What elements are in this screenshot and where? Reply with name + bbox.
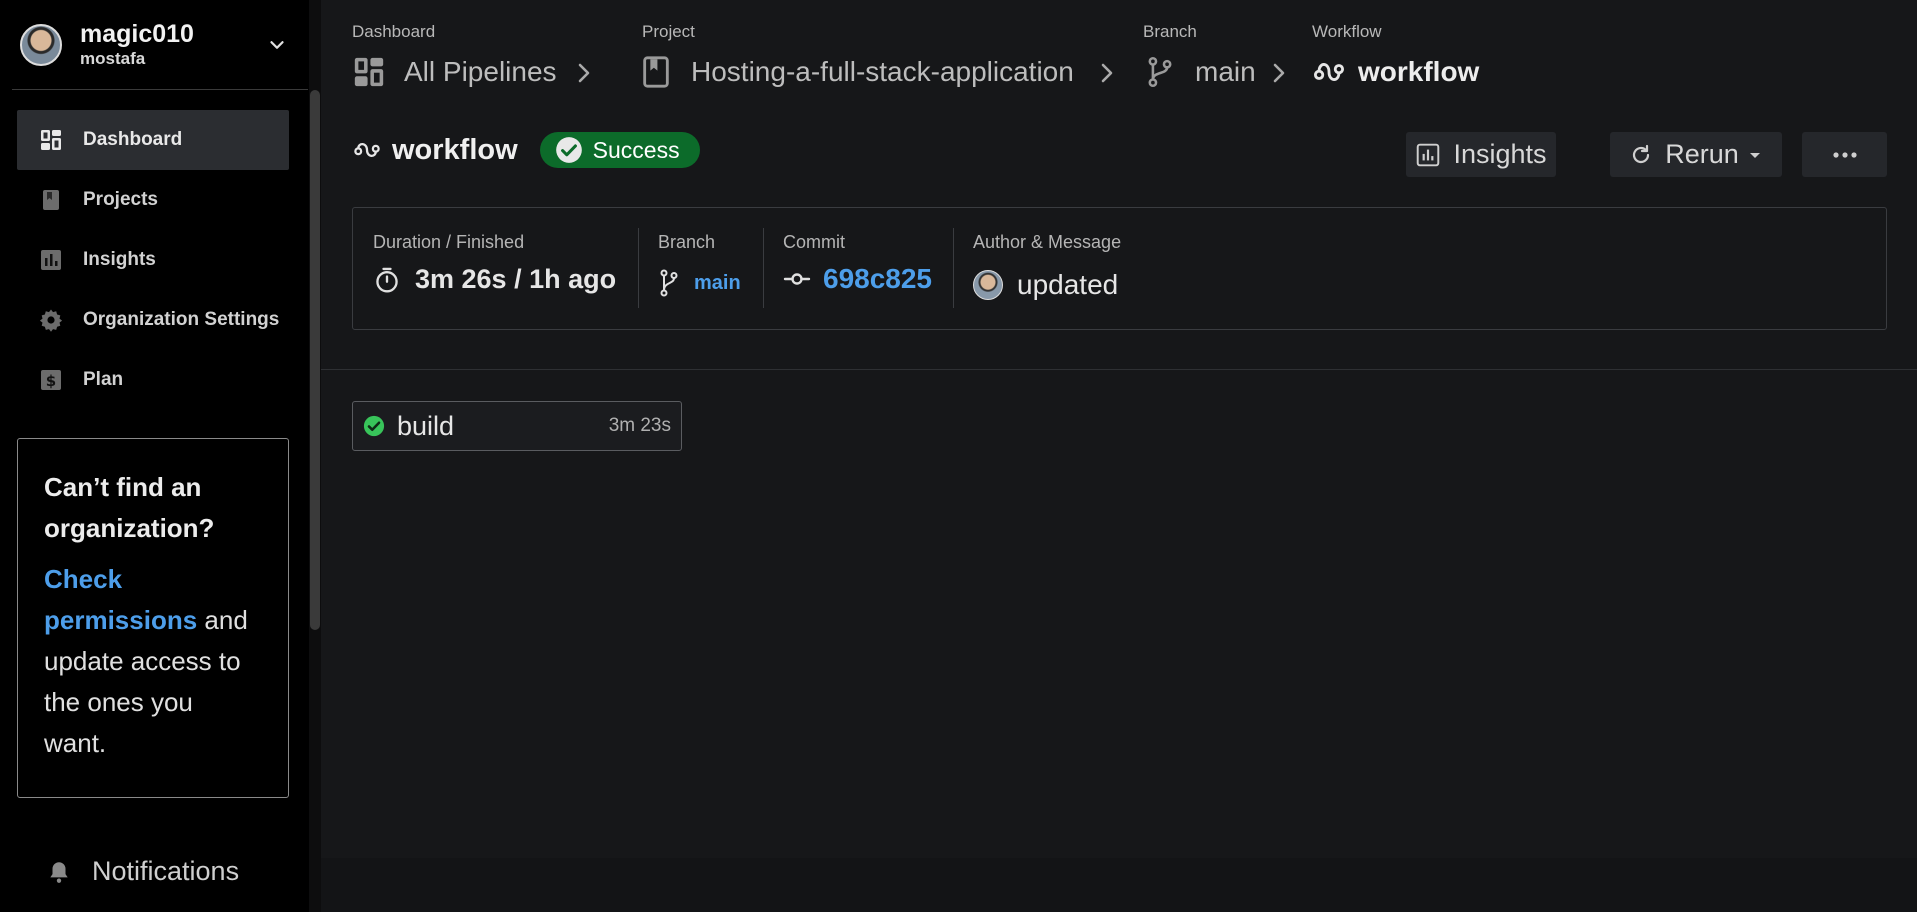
sidebar-item-insights[interactable]: Insights (17, 230, 289, 290)
bar-chart-icon (1417, 143, 1440, 166)
author-avatar (973, 270, 1003, 300)
status-badge: Success (539, 132, 700, 168)
sidebar-item-label: Dashboard (83, 129, 183, 150)
breadcrumb-project[interactable]: Project Hosting-a-full-stack-application (642, 20, 1074, 92)
sidebar-scrollbar[interactable] (310, 90, 320, 630)
org-name: magic010 (80, 19, 194, 48)
insights-button[interactable]: Insights (1406, 132, 1556, 177)
breadcrumb-caption: Branch (1143, 22, 1197, 41)
caret-down-icon (1749, 152, 1760, 158)
breadcrumb-label: workflow (1358, 56, 1480, 87)
job-duration: 3m 23s (608, 415, 671, 436)
branch-link[interactable]: main (694, 272, 741, 295)
breadcrumb-workflow[interactable]: Workflow workflow (1312, 20, 1479, 92)
status-label: Success (592, 136, 680, 163)
chevron-right-icon (1101, 63, 1113, 83)
author-caption: Author & Message (973, 232, 1122, 252)
commit-caption: Commit (783, 232, 845, 252)
breadcrumb: Dashboard All Pipelines Project Hosting-… (352, 20, 1912, 100)
duration-value: 3m 26s / 1h ago (415, 264, 617, 294)
sidebar-item-label: Projects (83, 189, 158, 210)
commit-message: updated (1017, 269, 1119, 300)
more-horizontal-icon (1832, 151, 1857, 158)
gear-icon (39, 308, 63, 332)
commit-hash-link[interactable]: 698c825 (823, 263, 932, 295)
chevron-right-icon (1273, 63, 1285, 83)
summary-divider (953, 228, 954, 308)
branch-icon (660, 269, 678, 297)
sidebar-item-organization-settings[interactable]: Organization Settings (17, 290, 289, 350)
org-switcher[interactable]: magic010 mostafa (12, 0, 308, 90)
summary-divider (638, 228, 639, 308)
org-username: mostafa (80, 48, 146, 68)
timer-icon (376, 267, 398, 292)
dashboard-icon (39, 128, 63, 152)
notifications-button[interactable]: Notifications (46, 856, 239, 887)
job-build[interactable]: build 3m 23s (352, 401, 682, 451)
commit-icon (783, 273, 811, 285)
book-icon (39, 188, 63, 212)
check-permissions-link[interactable]: Check permissions (44, 564, 197, 635)
book-icon (639, 55, 673, 89)
check-circle-icon (555, 137, 582, 163)
breadcrumb-label: All Pipelines (404, 56, 557, 87)
breadcrumb-label: Hosting-a-full-stack-application (691, 56, 1074, 87)
main-content: Dashboard All Pipelines Project Hosting-… (321, 0, 1917, 912)
rerun-button[interactable]: Rerun (1610, 132, 1782, 177)
bar-chart-icon (39, 248, 63, 272)
sidebar: magic010 mostafa Dashboard Projects Insi… (0, 0, 309, 912)
branch-icon (1143, 55, 1177, 89)
section-divider (321, 369, 1917, 370)
more-options-button[interactable] (1802, 132, 1887, 177)
duration-caption: Duration / Finished (373, 232, 525, 252)
app-root: magic010 mostafa Dashboard Projects Insi… (0, 0, 1917, 912)
promo-body: Check permissions and update access to t… (44, 559, 262, 764)
notifications-label: Notifications (92, 856, 240, 886)
breadcrumb-label: main (1195, 56, 1256, 87)
org-avatar (20, 23, 62, 66)
breadcrumb-branch[interactable]: Branch main (1143, 20, 1256, 92)
workflow-header: workflow Success (352, 132, 700, 168)
sidebar-item-plan[interactable]: $ Plan (17, 350, 289, 410)
footer-band (321, 858, 1917, 912)
rerun-button-label: Rerun (1665, 139, 1739, 169)
promo-title: Can’t find an organization? (44, 472, 215, 543)
dashboard-icon (352, 55, 386, 89)
sidebar-nav: Dashboard Projects Insights Organization… (0, 110, 309, 410)
bell-icon (50, 861, 68, 883)
sidebar-item-label: Organization Settings (83, 309, 280, 330)
svg-text:$: $ (46, 372, 56, 390)
workflow-icon (352, 135, 382, 165)
breadcrumb-caption: Workflow (1312, 22, 1382, 41)
chevron-down-icon[interactable] (266, 34, 288, 56)
branch-caption: Branch (658, 232, 716, 252)
sidebar-item-dashboard[interactable]: Dashboard (17, 110, 289, 170)
job-name: build (397, 410, 455, 441)
refresh-icon (1633, 144, 1650, 163)
missing-org-card: Can’t find an organization? Check permis… (17, 438, 289, 798)
org-info: magic010 mostafa (80, 20, 266, 70)
page-title: workflow (392, 133, 518, 166)
sidebar-item-label: Plan (83, 369, 124, 390)
breadcrumb-dashboard[interactable]: Dashboard All Pipelines (352, 20, 557, 92)
chevron-right-icon (578, 63, 590, 83)
workflow-summary: Duration / Finished 3m 26s / 1h ago Bran… (352, 207, 1887, 330)
breadcrumb-caption: Project (642, 22, 695, 41)
workflow-icon (1312, 55, 1346, 89)
check-circle-icon (363, 415, 385, 437)
sidebar-item-projects[interactable]: Projects (17, 170, 289, 230)
sidebar-item-label: Insights (83, 249, 156, 270)
insights-button-label: Insights (1453, 139, 1547, 169)
dollar-icon: $ (39, 368, 63, 392)
breadcrumb-caption: Dashboard (352, 22, 436, 41)
summary-divider (763, 228, 764, 308)
